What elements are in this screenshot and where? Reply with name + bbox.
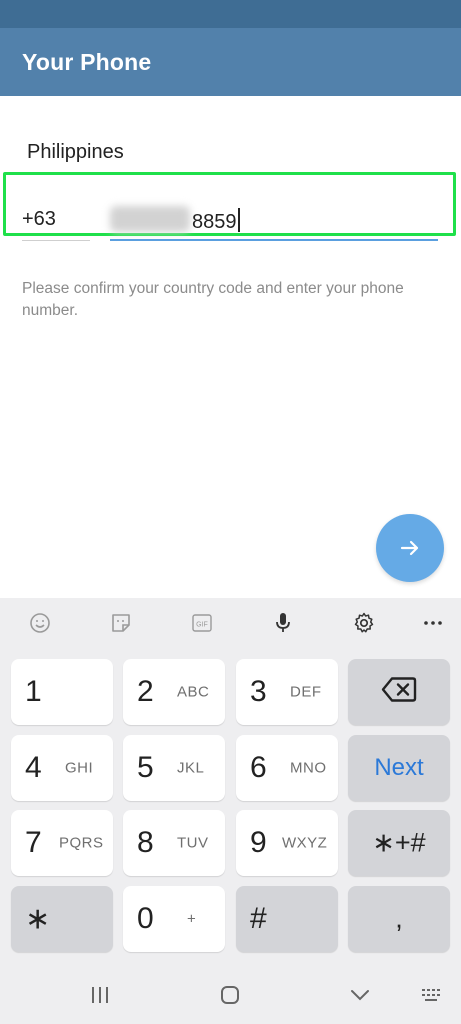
home-icon[interactable] — [210, 980, 250, 1010]
app-bar: Your Phone — [0, 28, 461, 96]
symbols-key[interactable]: ∗+# — [348, 810, 450, 876]
hint-text: Please confirm your country code and ent… — [22, 280, 404, 319]
gif-icon[interactable]: GIF — [187, 608, 217, 638]
key-letters: GHI — [65, 759, 94, 777]
key-9[interactable]: 9 WXYZ — [236, 810, 338, 876]
more-icon[interactable] — [418, 608, 448, 638]
recents-icon[interactable] — [80, 980, 120, 1010]
key-letters: JKL — [177, 759, 205, 777]
sticker-icon[interactable] — [106, 608, 136, 638]
system-nav-bar — [0, 968, 461, 1024]
numeric-keyboard: GIF 1 2 ABC 3 DEF 4 GHI 5 JKL 6 MNO Next… — [0, 598, 461, 1024]
key-digit: 3 — [250, 675, 267, 708]
key-letters: WXYZ — [282, 834, 328, 852]
key-digit: 8 — [137, 826, 154, 859]
status-bar — [0, 0, 461, 28]
key-letters: ABC — [177, 683, 210, 701]
key-0[interactable]: 0 + — [123, 886, 225, 952]
key-digit: 7 — [25, 826, 42, 859]
key-3[interactable]: 3 DEF — [236, 659, 338, 725]
backspace-icon — [348, 677, 450, 708]
key-letters: + — [187, 910, 197, 928]
gif-label: GIF — [196, 622, 208, 629]
key-1[interactable]: 1 — [11, 659, 113, 725]
key-letters: TUV — [177, 834, 209, 852]
star-key[interactable]: ∗ — [11, 886, 113, 952]
microphone-icon[interactable] — [268, 608, 298, 638]
star-key-label: ∗ — [25, 902, 51, 936]
phone-number-input[interactable]: 8859 — [192, 208, 240, 234]
key-letters: MNO — [290, 759, 327, 777]
key-6[interactable]: 6 MNO — [236, 735, 338, 801]
back-icon[interactable] — [340, 980, 380, 1010]
key-digit: 1 — [25, 675, 42, 708]
key-digit: 2 — [137, 675, 154, 708]
key-digit: 6 — [250, 751, 267, 784]
keyboard-toolbar: GIF — [0, 598, 461, 648]
key-digit: 4 — [25, 751, 42, 784]
key-4[interactable]: 4 GHI — [11, 735, 113, 801]
arrow-right-icon — [400, 540, 419, 556]
country-selector[interactable]: Philippines — [27, 141, 124, 164]
emoji-icon[interactable] — [25, 608, 55, 638]
country-code-underline — [22, 240, 90, 241]
comma-key-label: , — [395, 903, 403, 934]
hash-key[interactable]: # — [236, 886, 338, 952]
next-key-label: Next — [374, 754, 424, 781]
comma-key[interactable]: , — [348, 886, 450, 952]
settings-icon[interactable] — [349, 608, 379, 638]
phone-number-redacted — [110, 206, 190, 232]
backspace-button[interactable] — [348, 659, 450, 725]
symbols-key-label: ∗+# — [372, 827, 426, 858]
phone-number-value: 8859 — [192, 211, 237, 233]
key-digit: 5 — [137, 751, 154, 784]
hash-key-label: # — [250, 902, 267, 935]
key-8[interactable]: 8 TUV — [123, 810, 225, 876]
key-letters: DEF — [290, 683, 322, 701]
key-7[interactable]: 7 PQRS — [11, 810, 113, 876]
key-5[interactable]: 5 JKL — [123, 735, 225, 801]
key-digit: 9 — [250, 826, 267, 859]
key-2[interactable]: 2 ABC — [123, 659, 225, 725]
text-caret — [237, 208, 240, 232]
phone-number-underline — [110, 239, 438, 241]
country-code-input[interactable]: +63 — [22, 208, 56, 231]
keyboard-switch-icon[interactable] — [412, 980, 452, 1010]
page-title: Your Phone — [22, 48, 152, 75]
key-letters: PQRS — [59, 834, 104, 852]
next-fab-button[interactable] — [376, 514, 444, 582]
key-digit: 0 — [137, 902, 154, 935]
next-key[interactable]: Next — [348, 735, 450, 801]
